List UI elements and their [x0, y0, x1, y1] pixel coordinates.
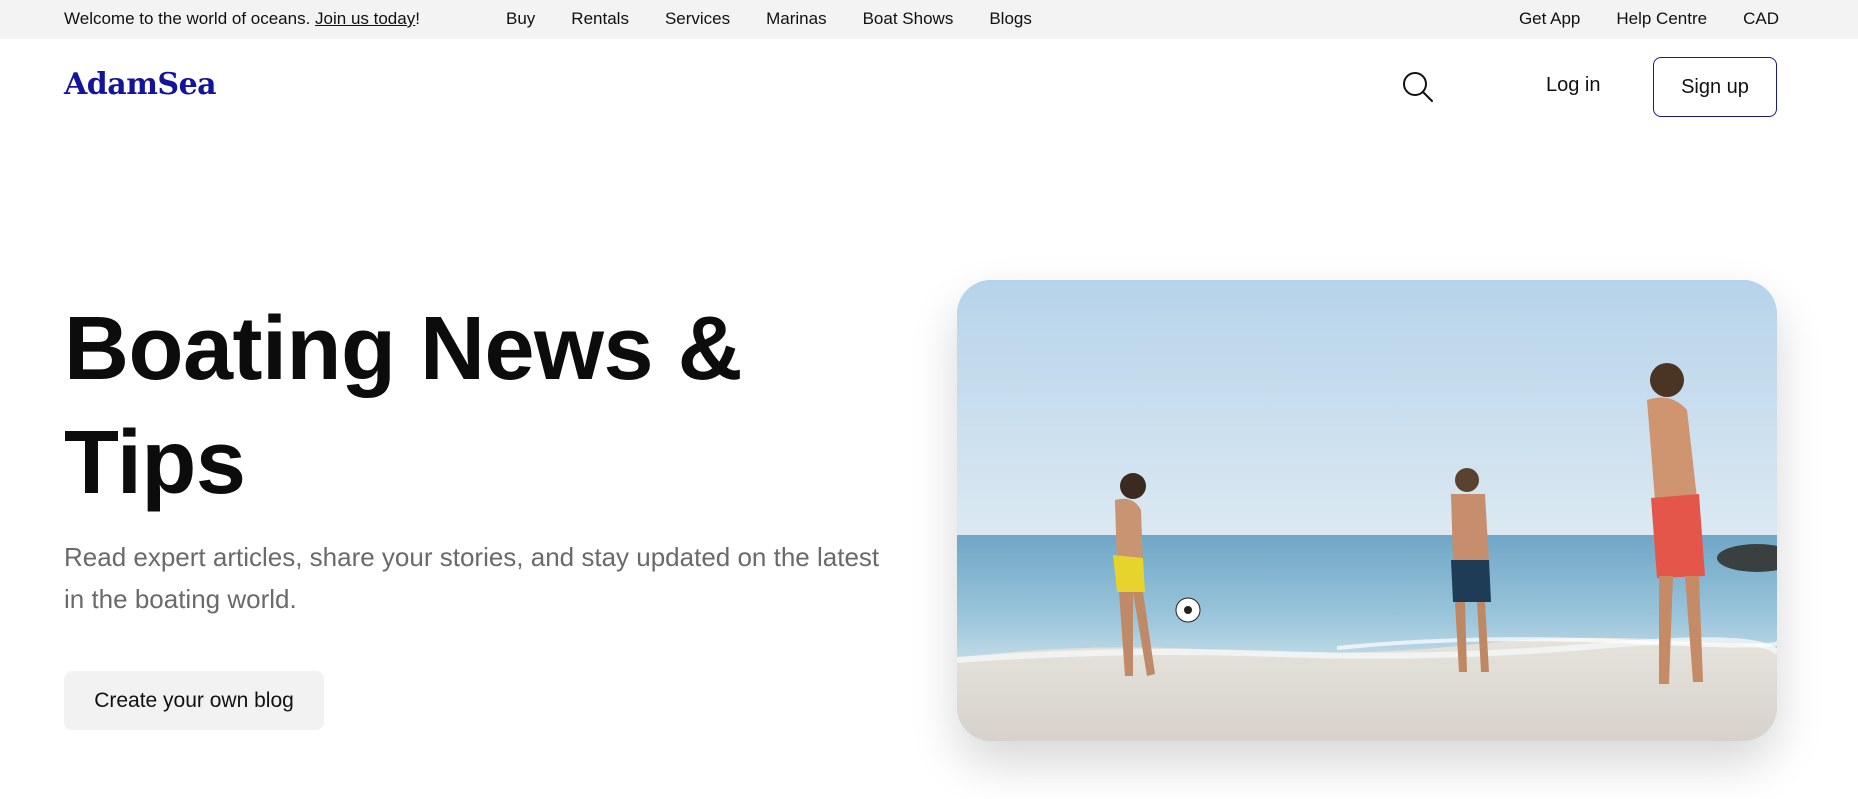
top-right-links: Get App Help Centre CAD: [1483, 9, 1779, 29]
hero-subtitle: Read expert articles, share your stories…: [64, 542, 880, 614]
hero-image: [957, 280, 1777, 741]
welcome-message: Welcome to the world of oceans. Join us …: [64, 9, 420, 29]
nav-item-rentals[interactable]: Rentals: [571, 9, 629, 29]
nav-item-boat-shows[interactable]: Boat Shows: [863, 9, 954, 29]
nav-item-services[interactable]: Services: [665, 9, 730, 29]
nav-item-marinas[interactable]: Marinas: [766, 9, 826, 29]
login-link[interactable]: Log in: [1546, 74, 1601, 97]
title-line-2: Tips: [64, 413, 246, 513]
join-suffix: !: [415, 9, 420, 28]
nav-item-buy[interactable]: Buy: [506, 9, 535, 29]
site-logo[interactable]: AdamSea: [64, 67, 217, 102]
create-blog-button[interactable]: Create your own blog: [64, 671, 324, 730]
main-header: AdamSea Log in Sign up: [0, 39, 1858, 135]
title-line-1: Boating News &: [64, 299, 743, 399]
join-us-link[interactable]: Join us today: [315, 9, 415, 28]
help-centre-link[interactable]: Help Centre: [1616, 9, 1707, 29]
signup-button[interactable]: Sign up: [1653, 57, 1777, 117]
get-app-link[interactable]: Get App: [1519, 9, 1580, 29]
currency-selector[interactable]: CAD: [1743, 9, 1779, 29]
welcome-text: Welcome to the world of oceans.: [64, 9, 311, 28]
top-nav: Buy Rentals Services Marinas Boat Shows …: [506, 9, 1068, 29]
search-icon: [1403, 72, 1433, 102]
nav-item-blogs[interactable]: Blogs: [989, 9, 1032, 29]
top-bar: Welcome to the world of oceans. Join us …: [0, 0, 1858, 39]
page-title: Boating News & Tips: [64, 292, 824, 520]
search-button[interactable]: [1400, 69, 1436, 105]
